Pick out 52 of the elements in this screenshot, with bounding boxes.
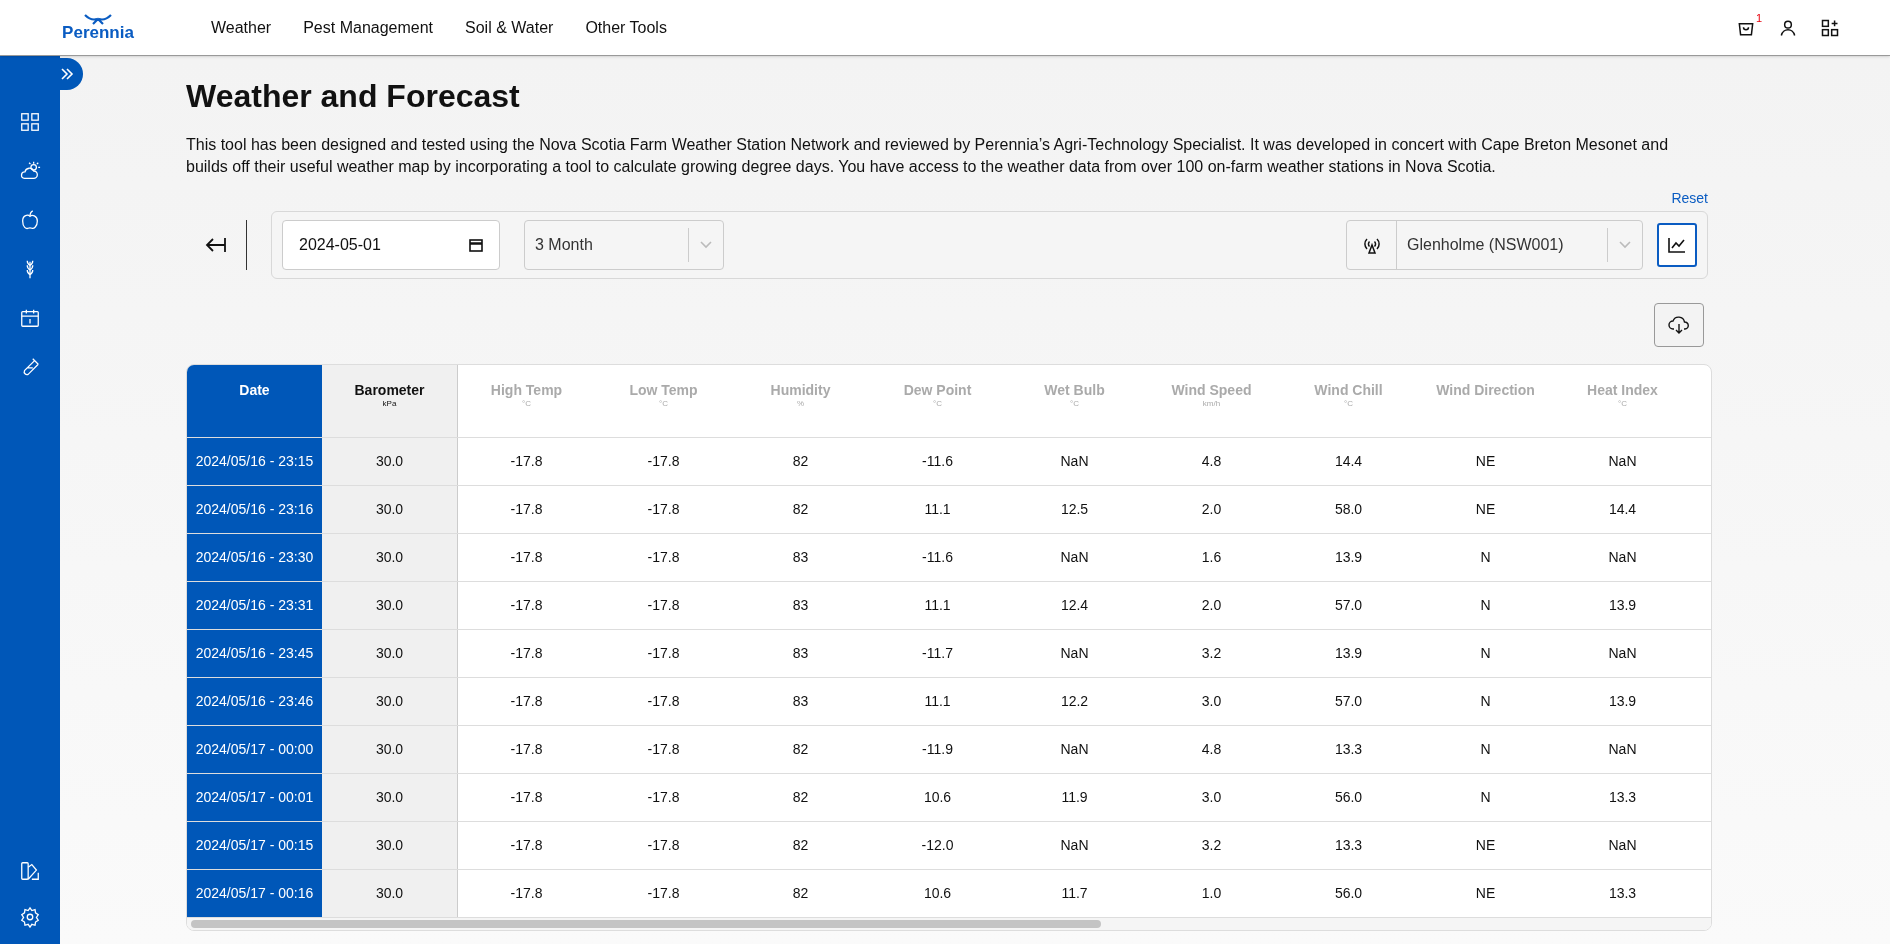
table-cell: 30.0 (322, 534, 458, 581)
table-cell: 30.0 (322, 678, 458, 725)
table-cell: 30.0 (322, 822, 458, 869)
table-cell: 30.0 (322, 582, 458, 629)
table-cell: 30.0 (322, 870, 458, 917)
chevron-down-icon (700, 241, 712, 249)
table-cell: 2024/05/16 - 23:31 (187, 582, 322, 629)
calendar-icon[interactable] (19, 307, 41, 329)
table-cell: 2024/05/16 - 23:46 (187, 678, 322, 725)
table-cell: 2024/05/16 - 23:30 (187, 534, 322, 581)
table-cell: 30.0 (322, 774, 458, 821)
calendar-icon (469, 238, 483, 252)
antenna-icon (1361, 235, 1382, 255)
page-description: This tool has been designed and tested using the Nova Scotia Farm Weather Station Network and reviewed by Perennia’s Agri-Technology Specialist. It was developed in concert with Cape Breton Mesonet and builds off their useful weather map by incorporating a tool to calculate growing degree days. You have access to the weather data from over 100 on-farm weather stations in Nova Scotia. (186, 135, 1670, 177)
logo-text[interactable]: Perennia (62, 24, 134, 42)
chart-button[interactable] (1657, 223, 1697, 267)
period-dropdown[interactable]: 3 Month (524, 220, 724, 270)
apple-icon[interactable] (19, 209, 41, 231)
logo-icon (83, 13, 113, 25)
table-cell: 2024/05/16 - 23:16 (187, 486, 322, 533)
double-chevron-icon (59, 67, 74, 81)
nav-link[interactable]: Weather (211, 15, 272, 40)
table-cell: 30.0 (322, 726, 458, 773)
table-cell: 2024/05/17 - 00:16 (187, 870, 322, 917)
table-cell: 2024/05/17 - 00:00 (187, 726, 322, 773)
table-cell: 30.0 (322, 438, 458, 485)
apps-icon[interactable] (1820, 17, 1840, 38)
table-cell: 30.0 (322, 630, 458, 677)
grid-icon[interactable] (19, 111, 41, 133)
cloud-sun-icon[interactable] (19, 160, 41, 182)
settings-icon[interactable] (19, 906, 41, 928)
swatch-icon[interactable] (19, 860, 41, 882)
table-cell: 2024/05/17 - 00:15 (187, 822, 322, 869)
nav-link[interactable]: Pest Management (303, 15, 434, 40)
reset-link[interactable]: Reset (1671, 188, 1708, 209)
table-cell: 2024/05/16 - 23:15 (187, 438, 322, 485)
page-title: Weather and Forecast (186, 77, 521, 116)
column-header[interactable]: Barometer kPa (322, 365, 458, 437)
chevron-down-icon (1619, 241, 1631, 249)
column-header[interactable]: Date (187, 365, 322, 437)
horizontal-scrollbar[interactable] (191, 920, 1101, 928)
table-cell: 2024/05/17 - 00:01 (187, 774, 322, 821)
arrow-left-bar-icon (205, 236, 227, 254)
nav-link[interactable]: Soil & Water (465, 15, 554, 40)
cart-item-count: 1 (1755, 10, 1762, 26)
table-cell: 2024/05/16 - 23:45 (187, 630, 322, 677)
date-field[interactable]: 2024-05-01 (282, 220, 500, 270)
line-chart-icon (1668, 237, 1686, 253)
nav-link[interactable]: Other Tools (585, 15, 667, 40)
cloud-download-icon (1668, 316, 1690, 334)
table-cell: 30.0 (322, 486, 458, 533)
download-button[interactable] (1654, 303, 1704, 347)
